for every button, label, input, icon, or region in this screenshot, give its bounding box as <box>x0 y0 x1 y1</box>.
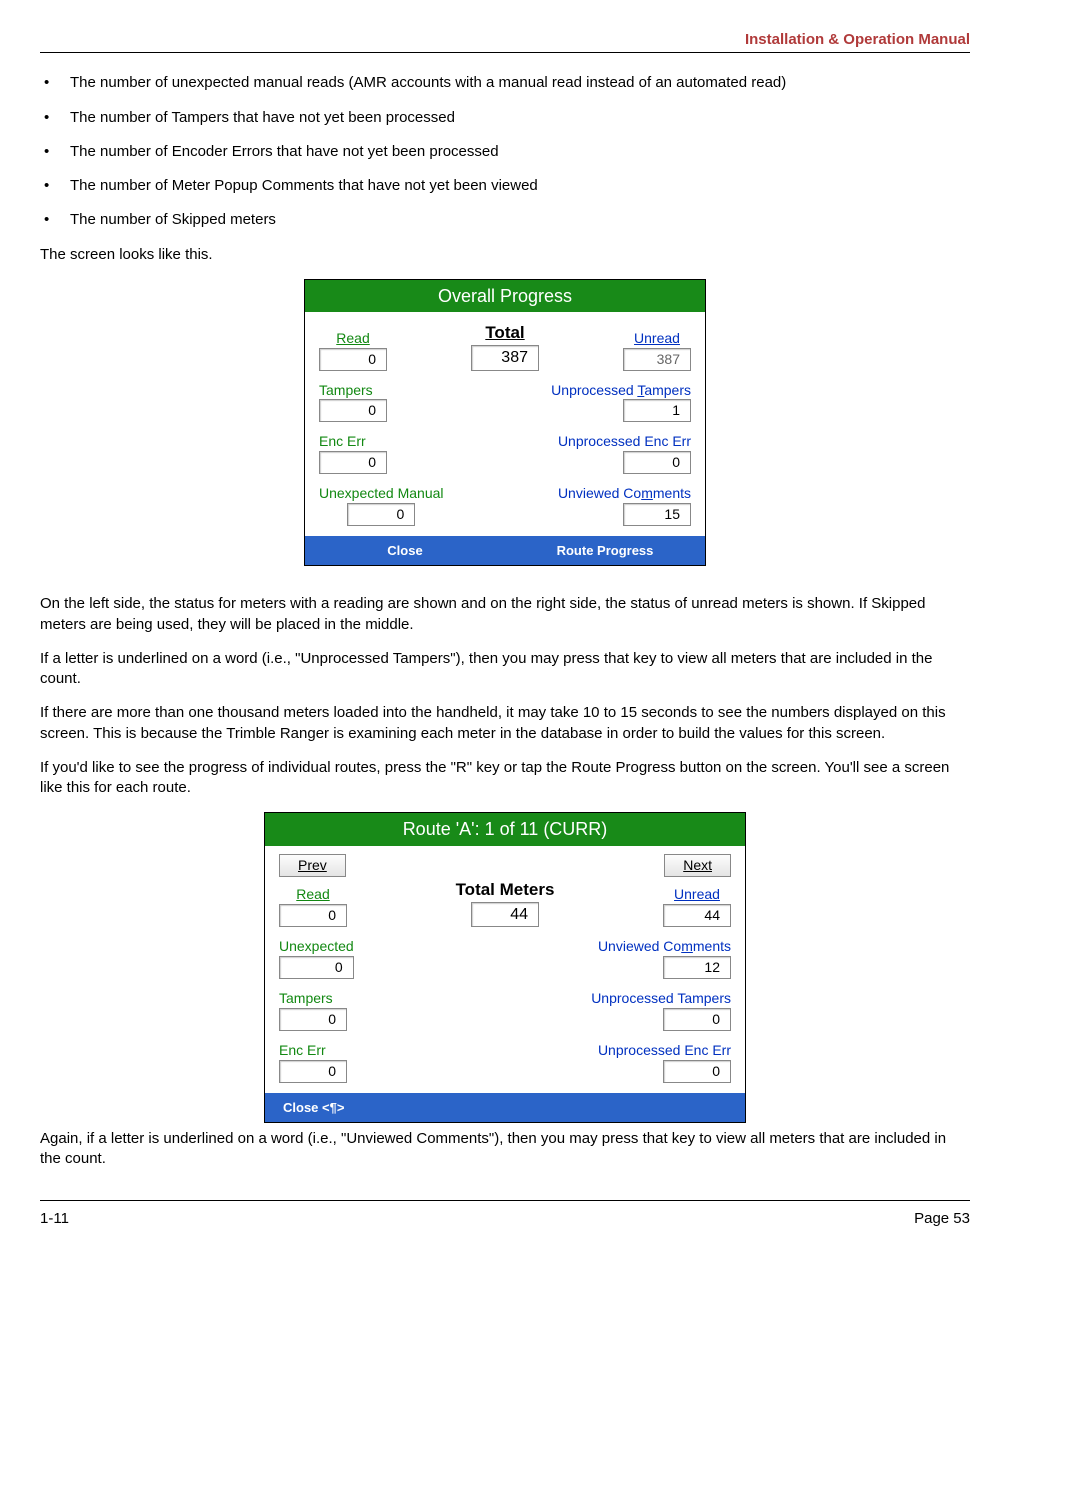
unprocessed-encerr-value: 0 <box>663 1060 731 1083</box>
read-label: Read <box>319 329 387 348</box>
close-button[interactable]: Close <box>305 536 505 566</box>
tampers-label: Tampers <box>279 989 347 1008</box>
unread-value: 44 <box>663 904 731 927</box>
unviewed-comments-value: 12 <box>663 956 731 979</box>
paragraph: On the left side, the status for meters … <box>40 594 970 635</box>
paragraph: The screen looks like this. <box>40 245 970 265</box>
bullet-item: The number of unexpected manual reads (A… <box>70 73 970 93</box>
unprocessed-tampers-label[interactable]: Unprocessed Tampers <box>551 381 691 400</box>
route-progress-button[interactable]: Route Progress <box>505 536 705 566</box>
unexpected-manual-value: 0 <box>347 503 415 526</box>
footer-right: Page 53 <box>914 1209 970 1229</box>
bottom-bar: Close <¶> <box>265 1093 745 1123</box>
unexpected-manual-label: Unexpected Manual <box>319 484 444 503</box>
unprocessed-tampers-label[interactable]: Unprocessed Tampers <box>591 989 731 1008</box>
unprocessed-tampers-value: 1 <box>623 399 691 422</box>
encerr-label: Enc Err <box>319 432 387 451</box>
read-value: 0 <box>279 904 347 927</box>
bullet-item: The number of Encoder Errors that have n… <box>70 142 970 162</box>
unviewed-comments-label[interactable]: Unviewed Comments <box>558 484 691 503</box>
unprocessed-encerr-label[interactable]: Unprocessed Enc Err <box>558 432 691 451</box>
unread-label: Unread <box>623 329 691 348</box>
unread-label: Unread <box>663 885 731 904</box>
tampers-value: 0 <box>319 399 387 422</box>
paragraph: If there are more than one thousand mete… <box>40 703 970 744</box>
bullet-item: The number of Tampers that have not yet … <box>70 108 970 128</box>
unread-value: 387 <box>623 348 691 371</box>
encerr-value: 0 <box>319 451 387 474</box>
total-value: 387 <box>471 345 539 371</box>
close-button[interactable]: Close <¶> <box>265 1093 745 1123</box>
unexpected-value: 0 <box>279 956 354 979</box>
screenshot-route-progress: Route 'A': 1 of 11 (CURR) Prev Next Read… <box>264 812 746 1123</box>
total-label: Total <box>471 322 539 345</box>
page-header: Installation & Operation Manual <box>40 30 970 53</box>
encerr-label: Enc Err <box>279 1041 347 1060</box>
page-footer: 1-11 Page 53 <box>40 1200 970 1229</box>
unprocessed-tampers-value: 0 <box>663 1008 731 1031</box>
unexpected-label: Unexpected <box>279 937 354 956</box>
screenshot-overall-progress: Overall Progress Read 0 Total 387 Unread… <box>304 279 706 567</box>
bullet-list: The number of unexpected manual reads (A… <box>40 73 970 230</box>
encerr-value: 0 <box>279 1060 347 1083</box>
paragraph: If you'd like to see the progress of ind… <box>40 758 970 799</box>
tampers-value: 0 <box>279 1008 347 1031</box>
bullet-item: The number of Meter Popup Comments that … <box>70 176 970 196</box>
unviewed-comments-value: 15 <box>623 503 691 526</box>
bullet-item: The number of Skipped meters <box>70 210 970 230</box>
unprocessed-encerr-label[interactable]: Unprocessed Enc Err <box>598 1041 731 1060</box>
next-button[interactable]: Next <box>664 854 731 877</box>
bottom-bar: Close Route Progress <box>305 536 705 566</box>
total-value: 44 <box>471 902 539 928</box>
paragraph: If a letter is underlined on a word (i.e… <box>40 649 970 690</box>
paragraph: Again, if a letter is underlined on a wo… <box>40 1129 970 1170</box>
read-label: Read <box>279 885 347 904</box>
window-title: Overall Progress <box>305 280 705 312</box>
footer-left: 1-11 <box>40 1209 69 1229</box>
total-label: Total Meters <box>456 879 555 902</box>
tampers-label: Tampers <box>319 381 387 400</box>
prev-button[interactable]: Prev <box>279 854 346 877</box>
unviewed-comments-label[interactable]: Unviewed Comments <box>598 937 731 956</box>
read-value: 0 <box>319 348 387 371</box>
unprocessed-encerr-value: 0 <box>623 451 691 474</box>
window-title: Route 'A': 1 of 11 (CURR) <box>265 813 745 845</box>
